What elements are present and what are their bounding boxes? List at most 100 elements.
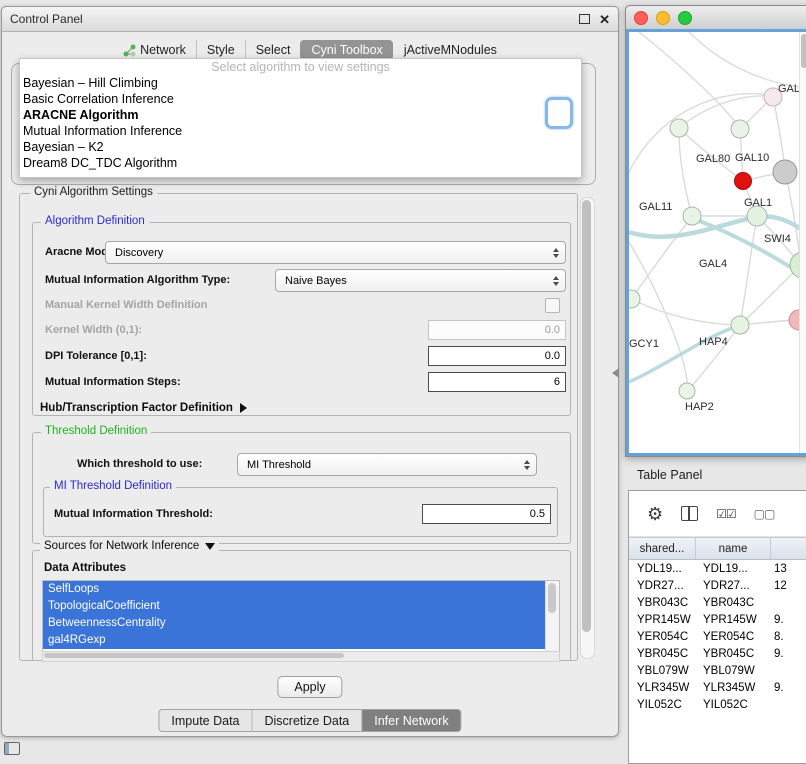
cell: YIL052C [629, 699, 695, 711]
mi-steps-label: Mutual Information Steps: [45, 376, 181, 388]
columns-icon[interactable] [681, 506, 698, 521]
scrollbar-thumb[interactable] [582, 200, 591, 632]
algorithm-option-dream8[interactable]: Dream8 DC_TDC Algorithm [20, 155, 581, 171]
tab-cyni-toolbox[interactable]: Cyni Toolbox [300, 40, 392, 60]
node-label: HAP2 [685, 401, 714, 413]
table-row[interactable]: YDR27...YDR27...12 [629, 577, 806, 594]
node-label: GAL10 [735, 152, 769, 164]
collapsed-arrow-icon [240, 403, 247, 413]
table-row[interactable]: YBL079WYBL079W [629, 662, 806, 679]
network-node[interactable] [731, 120, 749, 138]
table-header-row: shared... name [629, 537, 806, 560]
sources-section-header[interactable]: Sources for Network Inference [40, 540, 219, 552]
network-node[interactable] [679, 383, 695, 399]
close-panel-icon[interactable]: ✕ [599, 13, 610, 26]
tab-network[interactable]: Network [113, 40, 196, 60]
network-node[interactable] [629, 290, 640, 308]
table-row[interactable]: YBR045CYBR045C9. [629, 645, 806, 662]
titlebar-icons: ✕ [579, 13, 610, 26]
hub-transcription-factor-section[interactable]: Hub/Transcription Factor Definition [40, 402, 247, 414]
deselect-all-columns-icon[interactable]: ▢▢ [754, 507, 775, 521]
gear-icon[interactable]: ⚙ [647, 505, 663, 523]
float-window-icon[interactable] [579, 14, 590, 24]
algorithm-option-mutual-information[interactable]: Mutual Information Inference [20, 123, 581, 139]
minimize-window-icon[interactable] [656, 11, 670, 25]
node-label: GAL4 [699, 258, 727, 270]
tab-select[interactable]: Select [245, 40, 301, 60]
cell: YDR27... [629, 580, 695, 592]
cell: YDR27... [695, 580, 769, 592]
tab-style[interactable]: Style [196, 40, 245, 60]
control-panel-window: Control Panel ✕ Network Style Select Cyn… [1, 6, 619, 737]
list-item-topologicalcoefficient[interactable]: TopologicalCoefficient [43, 598, 546, 615]
algorithm-dropdown-list: Select algorithm to view settings Bayesi… [19, 58, 582, 178]
mi-algorithm-type-label: Mutual Information Algorithm Type: [45, 274, 230, 286]
network-view-window: GAL8 GAL80 GAL10 GAL11 GAL1 SWI4 GAL4 GC… [625, 5, 806, 457]
column-header-shared[interactable]: shared... [629, 538, 696, 559]
table-row[interactable]: YDL19...YDL19...13 [629, 560, 806, 577]
algorithm-option-bayesian-k2[interactable]: Bayesian – K2 [20, 139, 581, 155]
data-attributes-list[interactable]: SelfLoops TopologicalCoefficient Between… [42, 580, 560, 652]
network-node[interactable] [683, 207, 701, 225]
hub-transcription-factor-label: Hub/Transcription Factor Definition [40, 402, 233, 414]
zoom-window-icon[interactable] [678, 11, 692, 25]
which-threshold-label: Which threshold to use: [77, 458, 202, 470]
cell: YIL052C [695, 699, 769, 711]
algorithm-option-bayesian-hill-climbing[interactable]: Bayesian – Hill Climbing [20, 75, 581, 91]
network-node[interactable] [670, 119, 688, 137]
dpi-tolerance-field[interactable] [428, 346, 566, 366]
network-node-gal1[interactable] [747, 206, 767, 226]
which-threshold-value: MI Threshold [247, 459, 311, 471]
kernel-width-field[interactable] [428, 320, 566, 340]
network-node[interactable] [773, 160, 797, 184]
select-all-columns-icon[interactable]: ☑☑ [716, 507, 736, 521]
column-header-name[interactable]: name [696, 538, 771, 559]
network-node-gal10[interactable] [735, 173, 752, 190]
combo-arrows-icon [553, 248, 559, 258]
scrollbar-thumb[interactable] [548, 583, 556, 613]
list-item-gal4rgexp[interactable]: gal4RGexp [43, 632, 546, 649]
table-row[interactable]: YLR345WYLR345W9. [629, 679, 806, 696]
list-horizontal-scrollbar[interactable] [42, 651, 560, 662]
tab-discretize-data[interactable]: Discretize Data [252, 710, 362, 731]
mi-steps-field[interactable] [428, 372, 566, 392]
which-threshold-combo[interactable]: MI Threshold [237, 453, 537, 476]
table-row[interactable]: YIL052CYIL052C [629, 696, 806, 713]
close-window-icon[interactable] [634, 11, 648, 25]
table-row[interactable]: YER054CYER054C8. [629, 628, 806, 645]
scrollbar-thumb[interactable] [44, 653, 344, 658]
tab-jactivemnodules[interactable]: jActiveMNodules [393, 40, 507, 60]
settings-vertical-scrollbar[interactable] [580, 197, 595, 659]
dropdown-placeholder: Select algorithm to view settings [20, 60, 581, 75]
list-item-betweennesscentrality[interactable]: BetweennessCentrality [43, 615, 546, 632]
list-item-selfloops[interactable]: SelfLoops [43, 581, 546, 598]
column-header-extra[interactable] [771, 538, 806, 559]
scrollbar-thumb[interactable] [801, 34, 806, 68]
cell: YBR043C [629, 597, 695, 609]
aracne-mode-value: Discovery [115, 247, 163, 259]
tab-style-label: Style [207, 43, 235, 57]
cell: YPR145W [629, 614, 695, 626]
table-row[interactable]: YBR043CYBR043C [629, 594, 806, 611]
node-label: GAL1 [744, 197, 772, 209]
algorithm-option-basic-correlation[interactable]: Basic Correlation Inference [20, 91, 581, 107]
algorithm-option-aracne[interactable]: ARACNE Algorithm [20, 107, 581, 123]
table-row[interactable]: YPR145WYPR145W9. [629, 611, 806, 628]
manual-kernel-width-label: Manual Kernel Width Definition [45, 299, 207, 311]
aracne-mode-combo[interactable]: Discovery [105, 241, 566, 264]
apply-button[interactable]: Apply [277, 676, 342, 698]
panel-splitter-collapse-icon[interactable] [612, 368, 619, 378]
algorithm-definition-group: Algorithm Definition Aracne Mode: Discov… [32, 222, 571, 416]
list-vertical-scrollbar[interactable] [545, 581, 559, 651]
mi-algorithm-type-combo[interactable]: Naive Bayes [275, 269, 566, 292]
network-node[interactable] [731, 316, 749, 334]
collapsed-panel-icon[interactable] [4, 742, 20, 755]
network-canvas[interactable]: GAL8 GAL80 GAL10 GAL11 GAL1 SWI4 GAL4 GC… [626, 29, 806, 456]
data-attributes-label: Data Attributes [44, 562, 126, 574]
manual-kernel-width-checkbox[interactable] [545, 298, 560, 313]
tab-infer-network[interactable]: Infer Network [361, 710, 460, 731]
mi-threshold-field[interactable] [422, 504, 551, 524]
node-label: GAL80 [696, 153, 730, 165]
network-vertical-scrollbar[interactable] [799, 32, 806, 453]
tab-impute-data[interactable]: Impute Data [159, 710, 251, 731]
